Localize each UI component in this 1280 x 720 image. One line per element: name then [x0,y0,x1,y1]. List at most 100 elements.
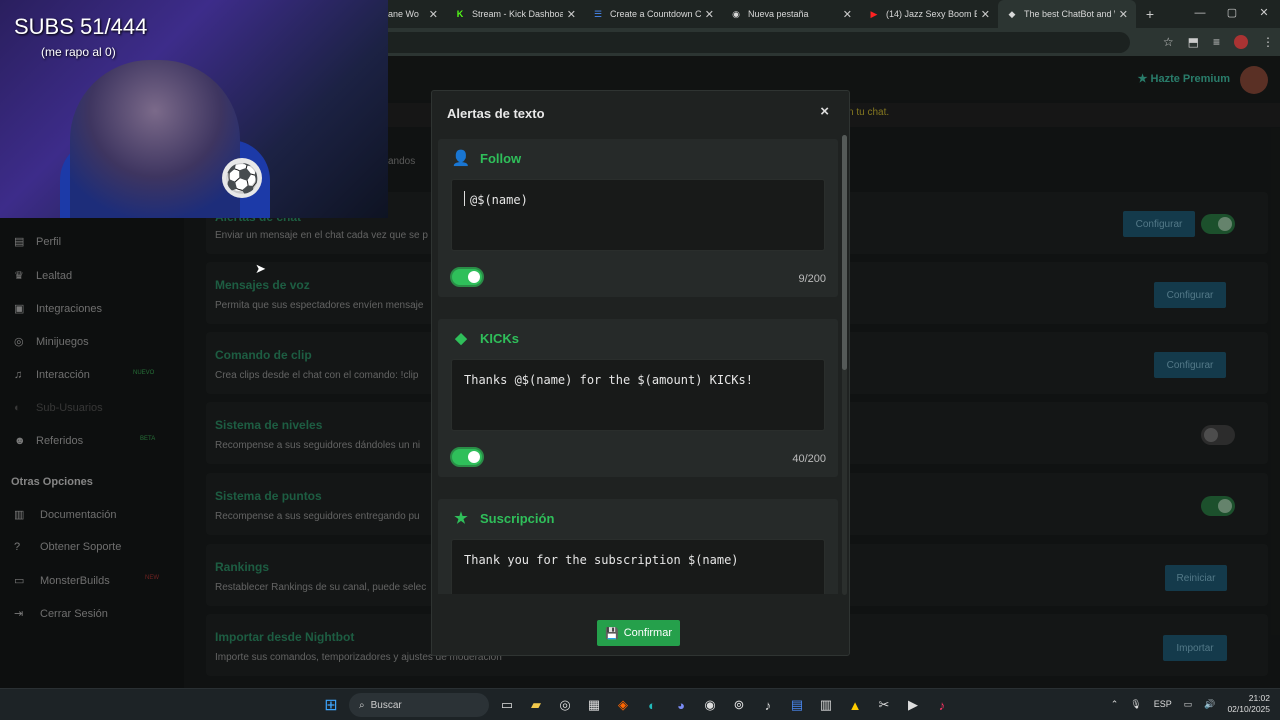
app-icon[interactable]: ◎ [554,694,576,716]
mouse-cursor-icon: ➤ [255,261,266,276]
screen: ane Wo ✕ K Stream - Kick Dashboard ✕ ☰ C… [0,0,1280,720]
store-icon[interactable]: ▦ [583,694,605,716]
windows-start-icon[interactable]: ⊞ [320,694,342,716]
modal-body: 👤 Follow @$(name) 9/200 ◆ KICKs Thanks @$(… [438,139,838,594]
alert-header: ★ Suscripción [450,509,554,527]
chevron-up-icon[interactable]: ⌃ [1111,699,1119,710]
tab-botrix[interactable]: ◆ The best ChatBot and Wi ✕ [998,0,1136,28]
kicks-toggle[interactable] [450,447,484,467]
tab-youtube[interactable]: ▶ (14) Jazz Sexy Boom Bap ✕ [860,0,998,28]
brave-icon[interactable]: ◈ [612,694,634,716]
clock[interactable]: 21:02 02/10/2025 [1227,693,1270,715]
close-icon[interactable]: ✕ [843,8,852,21]
close-window-button[interactable]: ✕ [1248,0,1280,28]
search-label: Buscar [370,699,402,711]
app3-icon[interactable]: ▥ [815,694,837,716]
extensions-icon[interactable]: ⬒ [1188,35,1199,49]
alert-name: Follow [480,150,522,166]
soccer-ball-icon: ⚽ [222,158,262,198]
bookmark-star-icon[interactable]: ☆ [1163,35,1174,49]
tab-label: ane Wo [388,9,419,19]
webcam-overlay: ⚽ SUBS 51/444 (me rapo al 0) [0,0,388,218]
folder-icon[interactable]: ▰ [525,694,547,716]
microphone-icon[interactable]: 🎙 [1130,699,1141,710]
alert-kicks: ◆ KICKs Thanks @$(name) for the $(amount)… [438,319,838,477]
tab-label: (14) Jazz Sexy Boom Bap [886,9,977,19]
confirm-label: Confirmar [623,627,672,639]
alert-header: 👤 Follow [450,149,522,167]
chrome-icon: ◉ [732,8,740,19]
edge-icon[interactable]: ◐ [641,694,663,716]
follow-text-field[interactable]: @$(name) [451,179,825,251]
maximize-button[interactable]: ▢ [1216,0,1248,28]
kicks-text-field[interactable]: Thanks @$(name) for the $(amount) KICKs! [451,359,825,431]
app2-icon[interactable]: ⊚ [728,694,750,716]
confirm-button[interactable]: 💾 Confirmar [597,620,680,646]
follow-toggle[interactable] [450,267,484,287]
notes-icon[interactable]: ▤ [786,694,808,716]
diamond-icon: ◆ [455,330,467,347]
subs-subtitle: (me rapo al 0) [41,45,116,59]
char-count: 9/200 [798,273,826,285]
profile-avatar[interactable] [1234,35,1248,49]
minimize-button[interactable]: — [1184,0,1216,28]
close-icon[interactable]: ✕ [567,8,576,21]
new-tab-button[interactable]: + [1136,6,1164,22]
save-icon: 💾 [605,627,619,640]
window-controls: — ▢ ✕ [1184,0,1280,28]
system-tray: ⌃ 🎙 ESP ▭ 🔊 21:02 02/10/2025 [1111,693,1270,715]
discord-icon[interactable]: ◕ [670,694,692,716]
task-view-icon[interactable]: ▭ [496,694,518,716]
time: 21:02 [1248,693,1270,703]
tiktok-studio-icon[interactable]: ♪ [931,694,953,716]
kick-icon: K [456,9,464,19]
tab-new-tab[interactable]: ◉ Nueva pestaña ✕ [722,0,860,28]
taskbar: ⊞ ⌕ Buscar ▭ ▰ ◎ ▦ ◈ ◐ ◕ ◉ ⊚ ♪ ▤ ▥ ▲ ✂ ▶ … [0,688,1280,720]
botrix-icon: ◆ [1008,8,1016,19]
menu-icon[interactable]: ⋮ [1262,35,1274,49]
tab-label: Nueva pestaña [748,9,809,19]
scroll-thumb[interactable] [842,135,847,370]
tab-0[interactable]: ane Wo ✕ [388,0,446,28]
tab-label: Stream - Kick Dashboard [472,9,563,19]
star-icon: ★ [454,510,468,527]
taskbar-icons: ⊞ ⌕ Buscar ▭ ▰ ◎ ▦ ◈ ◐ ◕ ◉ ⊚ ♪ ▤ ▥ ▲ ✂ ▶ … [320,693,953,717]
alert-name: Suscripción [480,510,555,526]
language-indicator[interactable]: ESP [1154,699,1172,709]
warning-icon[interactable]: ▲ [844,694,866,716]
close-icon[interactable]: ✕ [429,8,438,21]
char-count: 40/200 [792,453,826,465]
close-icon[interactable]: ✕ [705,8,714,21]
tab-label: The best ChatBot and Wi [1024,9,1115,19]
modal-title: Alertas de texto [447,106,545,121]
toolbar-icons: ☆ ⬒ ≡ ⋮ [1163,28,1274,56]
player-icon[interactable]: ▶ [902,694,924,716]
tab-label: Create a Countdown Cloc [610,9,701,19]
alert-suscripcion: ★ Suscripción Thank you for the subscript… [438,499,838,594]
subscription-text-field[interactable]: Thank you for the subscription $(name) [451,539,825,594]
youtube-icon: ▶ [870,8,878,19]
modal-scrollbar[interactable] [842,135,847,595]
date: 02/10/2025 [1227,704,1270,714]
tiktok-icon[interactable]: ♪ [757,694,779,716]
close-icon[interactable]: ✕ [1119,8,1128,21]
capcut-icon[interactable]: ✂ [873,694,895,716]
user-plus-icon: 👤 [451,150,471,167]
close-icon[interactable]: ✕ [981,8,990,21]
media-icon[interactable]: ≡ [1213,35,1220,49]
doc-icon: ☰ [593,8,603,19]
alert-follow: 👤 Follow @$(name) 9/200 [438,139,838,297]
subs-counter: SUBS 51/444 [14,14,148,39]
alert-name: KICKs [480,330,520,346]
tab-kick-dashboard[interactable]: K Stream - Kick Dashboard ✕ [446,0,584,28]
chrome-taskbar-icon[interactable]: ◉ [699,694,721,716]
streamer-figure [70,60,240,218]
taskbar-search[interactable]: ⌕ Buscar [349,693,489,717]
tab-countdown[interactable]: ☰ Create a Countdown Cloc ✕ [584,0,722,28]
network-icon[interactable]: ▭ [1184,699,1193,710]
alert-header: ◆ KICKs [450,329,519,347]
volume-icon[interactable]: 🔊 [1204,699,1215,710]
close-button[interactable]: × [820,103,829,120]
search-icon: ⌕ [359,699,365,711]
text-alerts-modal: Alertas de texto × 👤 Follow @$(name) 9/20… [431,90,850,656]
